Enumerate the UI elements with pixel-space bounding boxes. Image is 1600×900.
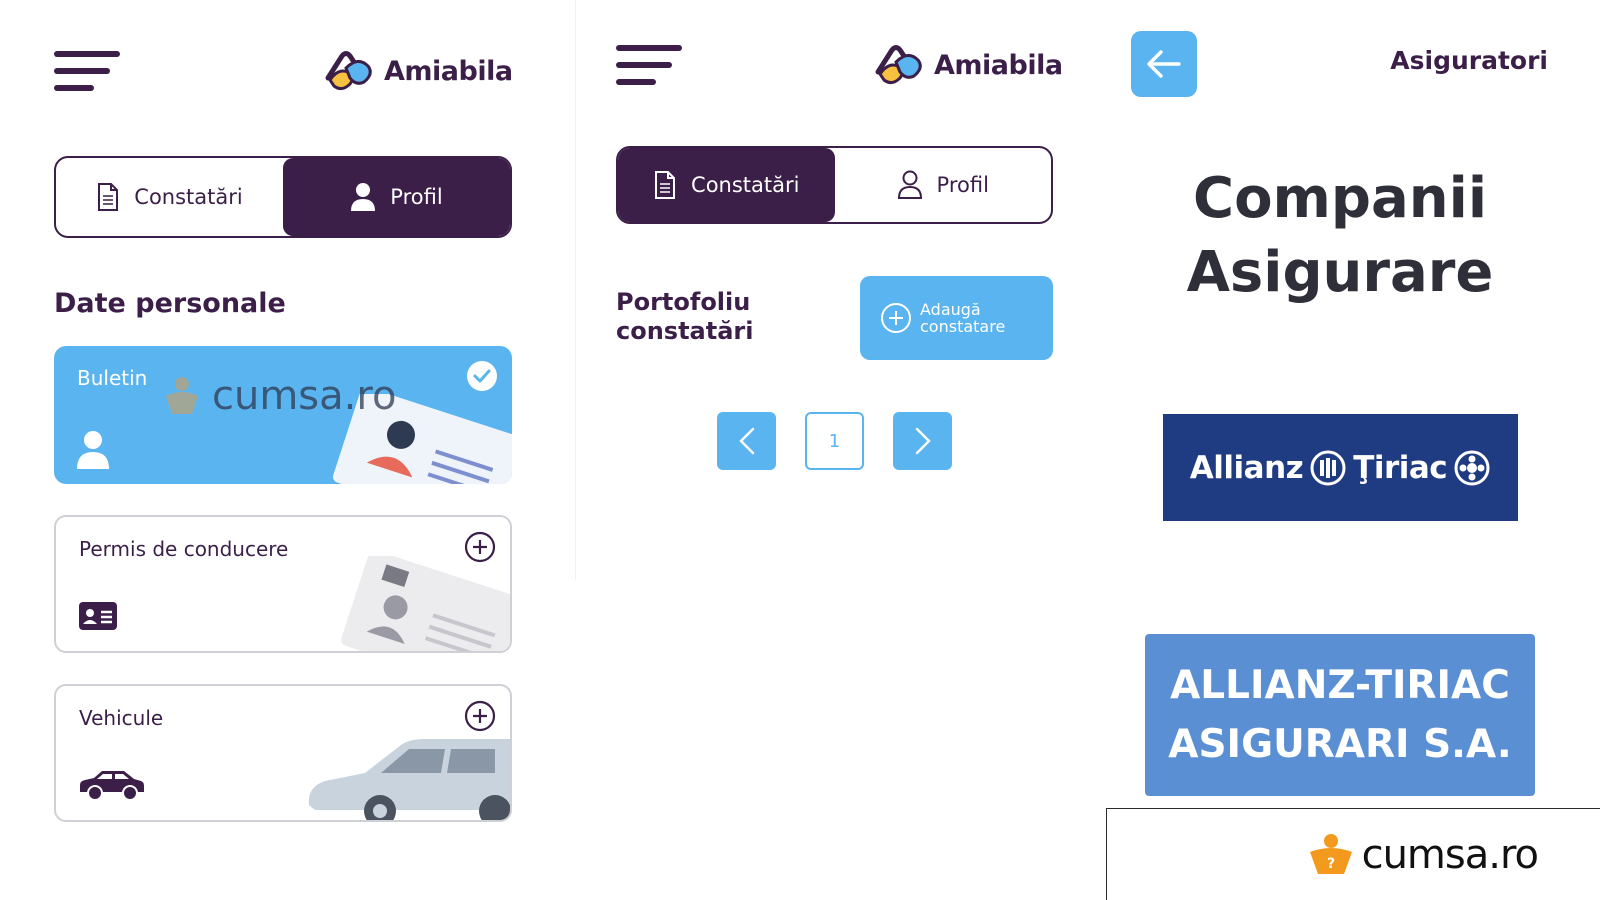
watermark: cumsa.ro bbox=[160, 373, 396, 419]
add-report-button[interactable]: Adaugă constatare bbox=[860, 276, 1053, 360]
card-vehicule[interactable]: Vehicule bbox=[54, 684, 512, 822]
tiriac-cross-icon bbox=[1454, 450, 1490, 485]
prev-page-button[interactable] bbox=[717, 412, 776, 470]
plus-circle-icon bbox=[881, 303, 911, 333]
brand-logo-icon bbox=[875, 45, 922, 85]
insurer-card[interactable]: ALLIANZ-TIRIAC ASIGURARI S.A. bbox=[1145, 634, 1535, 796]
insurer-name: ASIGURARI S.A. bbox=[1168, 722, 1512, 767]
brand-name: Amiabila bbox=[934, 49, 1063, 81]
card-label: Buletin bbox=[77, 366, 148, 390]
chevron-left-icon bbox=[738, 427, 754, 455]
page-title: Asiguratori bbox=[1390, 46, 1548, 75]
section-title: Date personale bbox=[54, 288, 286, 319]
car-illustration bbox=[308, 739, 510, 820]
cumsa-badge: ? cumsa.ro bbox=[1106, 808, 1600, 900]
add-report-label: Adaugă constatare bbox=[920, 300, 1006, 336]
watermark-text: cumsa.ro bbox=[212, 373, 397, 419]
tab-constatari[interactable]: Constatări bbox=[618, 148, 835, 222]
heading-line: Companii bbox=[1192, 166, 1488, 231]
person-icon bbox=[77, 431, 109, 469]
section-title: Portofoliu constatări bbox=[616, 288, 754, 345]
card-label: Vehicule bbox=[79, 706, 164, 730]
arrow-left-icon bbox=[1147, 50, 1181, 78]
back-button[interactable] bbox=[1131, 31, 1197, 97]
menu-line bbox=[54, 68, 110, 74]
main-tabs: Constatări Profil bbox=[54, 156, 512, 238]
page-number-button[interactable]: 1 bbox=[805, 412, 864, 470]
menu-line bbox=[616, 79, 656, 85]
tab-label: Profil bbox=[936, 173, 989, 197]
card-permis-de-conducere[interactable]: Permis de conducere bbox=[54, 515, 512, 653]
brand-logo-icon bbox=[325, 51, 372, 91]
tab-label: Constatări bbox=[134, 185, 243, 209]
car-icon bbox=[80, 771, 144, 801]
menu-button[interactable] bbox=[616, 45, 682, 89]
svg-text:?: ? bbox=[1327, 856, 1335, 872]
panel-divider bbox=[575, 0, 576, 580]
brand-name: Amiabila bbox=[384, 55, 513, 87]
menu-line bbox=[54, 85, 94, 91]
tab-profil[interactable]: Profil bbox=[835, 148, 1052, 222]
menu-line bbox=[616, 45, 682, 51]
user-icon bbox=[351, 183, 376, 211]
card-label: Permis de conducere bbox=[79, 537, 289, 561]
tab-label: Profil bbox=[390, 185, 443, 209]
document-icon bbox=[98, 183, 119, 211]
chevron-right-icon bbox=[915, 427, 931, 455]
logo-text: Allianz bbox=[1189, 449, 1304, 486]
main-tabs: Constatări Profil bbox=[616, 146, 1053, 224]
menu-button[interactable] bbox=[54, 51, 120, 95]
id-card-icon bbox=[79, 602, 117, 630]
allianz-tiriac-logo[interactable]: Allianz Ţiriac bbox=[1163, 414, 1518, 521]
tab-label: Constatări bbox=[691, 173, 800, 197]
license-illustration bbox=[341, 556, 510, 651]
tab-profil[interactable]: Profil bbox=[283, 158, 510, 236]
cumsa-mascot-icon: ? bbox=[1309, 833, 1352, 874]
allianz-eagle-icon bbox=[1310, 450, 1346, 485]
tab-constatari[interactable]: Constatări bbox=[56, 158, 283, 236]
document-icon bbox=[655, 171, 676, 199]
companies-heading: Companii Asigurare bbox=[1140, 162, 1540, 310]
menu-line bbox=[54, 51, 120, 57]
brand-logo: Amiabila bbox=[320, 48, 513, 94]
check-circle-icon[interactable] bbox=[466, 360, 498, 392]
next-page-button[interactable] bbox=[893, 412, 952, 470]
brand-logo: Amiabila bbox=[870, 42, 1063, 88]
badge-text: cumsa.ro bbox=[1361, 831, 1539, 878]
logo-text: Ţiriac bbox=[1353, 449, 1448, 486]
cumsa-mascot-icon bbox=[166, 377, 198, 414]
insurer-name: ALLIANZ-TIRIAC bbox=[1170, 663, 1510, 708]
menu-line bbox=[616, 62, 672, 68]
heading-line: Asigurare bbox=[1186, 240, 1494, 305]
user-outline-icon bbox=[897, 170, 922, 199]
